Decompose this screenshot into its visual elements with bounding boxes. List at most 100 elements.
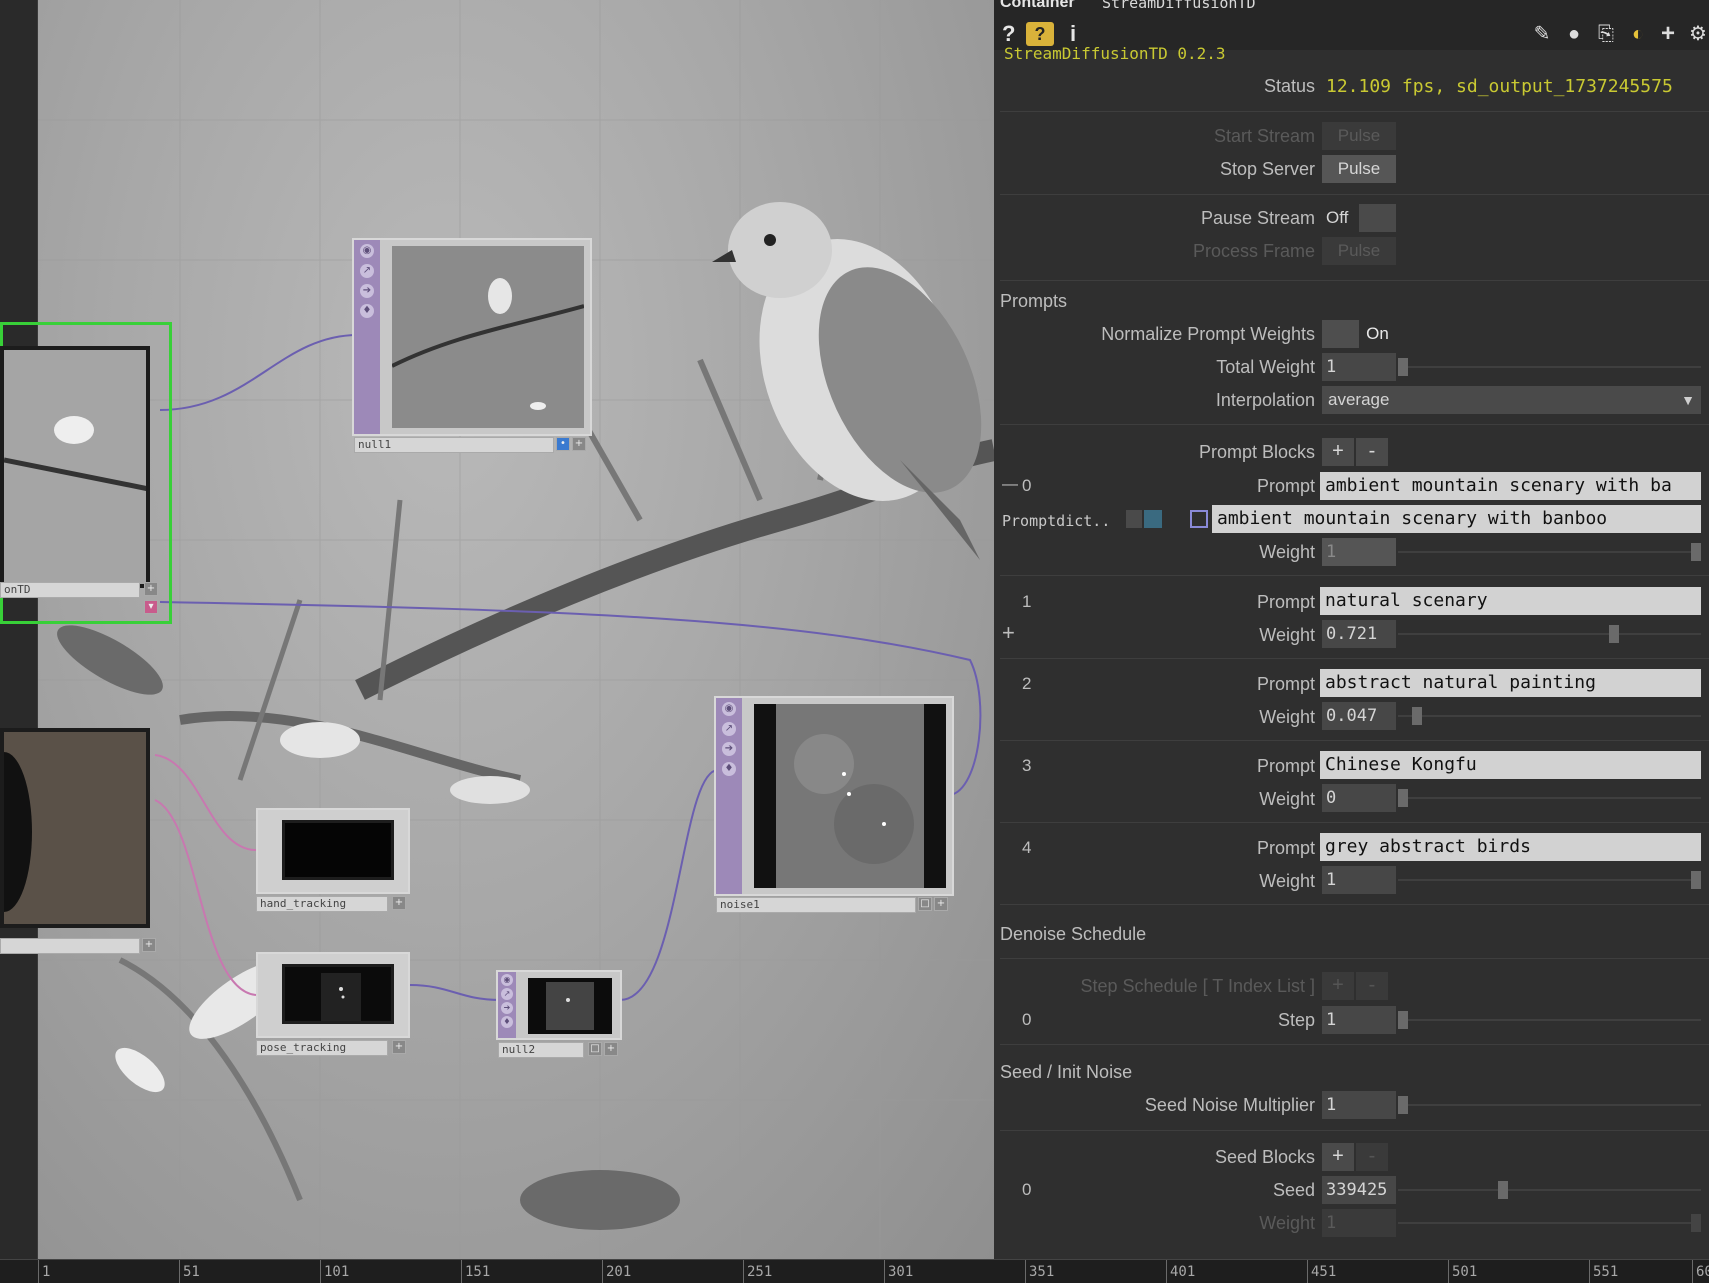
streamdiffusiontd-node[interactable]: onTD + ▾ xyxy=(0,322,172,624)
viewer-icon[interactable]: ◉ xyxy=(501,974,513,986)
start-stream-label: Start Stream xyxy=(1213,126,1315,146)
node-viewer-flag[interactable]: + xyxy=(144,582,158,596)
panel-header: Container StreamDiffusionTD ? ? i ✎ ● ⎘ … xyxy=(994,0,1709,50)
seed-field[interactable]: 339425 xyxy=(1322,1176,1396,1204)
pose-tracking-node[interactable]: pose_tracking + xyxy=(256,952,410,1056)
edit-icon[interactable]: ✎ xyxy=(1530,22,1554,46)
hand-tracking-node[interactable]: hand_tracking + xyxy=(256,808,410,912)
seed-slider[interactable] xyxy=(1398,1176,1701,1204)
gear-icon[interactable]: ⚙ xyxy=(1686,22,1709,46)
timeline-tick: 401 xyxy=(1166,1260,1195,1283)
node-add-flag[interactable]: + xyxy=(604,1042,618,1056)
promptdict-checkbox[interactable] xyxy=(1190,510,1208,528)
prompt-0-field[interactable]: ambient mountain scenary with ba xyxy=(1320,472,1701,500)
interpolation-label: Interpolation xyxy=(1215,390,1315,410)
node-cook-flag[interactable]: ▾ xyxy=(144,600,158,614)
operator-name[interactable]: StreamDiffusionTD xyxy=(1102,0,1256,12)
prompt-0-weight-field[interactable]: 1 xyxy=(1322,538,1396,566)
network-editor[interactable]: onTD + ▾ + ◉ ↗ ➔ ♦ null1 • + ◉ ↗ ➔ ♦ noi… xyxy=(0,0,994,1259)
bypass-icon[interactable]: ↗ xyxy=(360,264,374,278)
denoise-section-header[interactable]: Denoise Schedule xyxy=(1000,924,1146,945)
prompt-4-field[interactable]: grey abstract birds xyxy=(1320,833,1701,861)
normalize-weights-toggle[interactable]: On xyxy=(1322,320,1396,348)
display-icon[interactable]: ➔ xyxy=(501,1002,513,1014)
prompt-3-field[interactable]: Chinese Kongfu xyxy=(1320,751,1701,779)
prompt-2-weight-slider[interactable] xyxy=(1398,702,1701,730)
promptdict-toggle-icon[interactable] xyxy=(1126,510,1142,528)
display-icon[interactable]: ➔ xyxy=(722,742,736,756)
add-seed-block-button[interactable]: + xyxy=(1322,1143,1354,1171)
start-stream-button[interactable]: Pulse xyxy=(1322,122,1396,150)
total-weight-slider[interactable] xyxy=(1398,353,1701,381)
remove-step-button[interactable]: - xyxy=(1356,972,1388,1000)
lock-icon[interactable]: ♦ xyxy=(722,762,736,776)
viewer-icon[interactable]: ◉ xyxy=(722,702,736,716)
add-prompt-block-button[interactable]: + xyxy=(1322,438,1354,466)
status-label: Status xyxy=(1263,76,1315,96)
seed-section-header[interactable]: Seed / Init Noise xyxy=(1000,1062,1132,1083)
node-viewer-flag[interactable]: □ xyxy=(588,1042,602,1056)
python-help-icon[interactable]: ? xyxy=(1026,22,1054,46)
comment-icon[interactable]: ● xyxy=(1562,22,1586,46)
add-icon[interactable]: + xyxy=(1002,620,1015,646)
node-viewer-flag[interactable]: □ xyxy=(918,897,932,911)
prompt-1-weight-field[interactable]: 0.721 xyxy=(1322,620,1396,648)
bypass-icon[interactable]: ↗ xyxy=(722,722,736,736)
seed-weight-field[interactable]: 1 xyxy=(1322,1209,1396,1237)
prompt-label: Prompt xyxy=(1256,674,1315,694)
step-slider[interactable] xyxy=(1398,1006,1701,1034)
node-viewer-flag[interactable]: • xyxy=(556,437,570,451)
seed-index: 0 xyxy=(1022,1180,1032,1199)
prompt-1-weight-slider[interactable] xyxy=(1398,620,1701,648)
info-icon[interactable]: i xyxy=(1070,22,1076,46)
promptdict-viewer-icon[interactable] xyxy=(1144,510,1162,528)
null1-node[interactable]: ◉ ↗ ➔ ♦ null1 • + xyxy=(352,238,592,454)
timeline-ruler[interactable]: 1 51 101 151 201 251 301 351 401 451 501… xyxy=(0,1259,1709,1283)
clone-icon[interactable]: ⎘ xyxy=(1594,22,1618,46)
help-icon[interactable]: ? xyxy=(1002,22,1015,46)
prompt-3-weight-slider[interactable] xyxy=(1398,784,1701,812)
noise1-node[interactable]: ◉ ↗ ➔ ♦ noise1 □ + xyxy=(714,696,954,914)
pose-tracking-viewer xyxy=(282,964,394,1024)
node-name-label: pose_tracking xyxy=(256,1040,388,1056)
collapse-block-icon[interactable]: — xyxy=(1002,476,1018,494)
python-icon[interactable]: ◐ xyxy=(1626,22,1650,46)
weight-label: Weight xyxy=(1259,789,1315,809)
node-add-flag[interactable]: + xyxy=(572,437,586,451)
promptdict-field[interactable]: ambient mountain scenary with banboo xyxy=(1212,505,1701,533)
prompt-3-weight-field[interactable]: 0 xyxy=(1322,784,1396,812)
prompt-2-field[interactable]: abstract natural painting xyxy=(1320,669,1701,697)
prompt-4-weight-field[interactable]: 1 xyxy=(1322,866,1396,894)
display-icon[interactable]: ➔ xyxy=(360,284,374,298)
node-add-flag[interactable]: + xyxy=(392,896,406,910)
add-step-button[interactable]: + xyxy=(1322,972,1354,1000)
prompt-4-weight-slider[interactable] xyxy=(1398,866,1701,894)
prompt-1-field[interactable]: natural scenary xyxy=(1320,587,1701,615)
total-weight-field[interactable]: 1 xyxy=(1322,353,1396,381)
stop-server-button[interactable]: Pulse xyxy=(1322,155,1396,183)
remove-prompt-block-button[interactable]: - xyxy=(1356,438,1388,466)
node-add-flag[interactable]: + xyxy=(392,1040,406,1054)
seed-noise-multiplier-slider[interactable] xyxy=(1398,1091,1701,1119)
viewer-icon[interactable]: ◉ xyxy=(360,244,374,258)
pause-stream-toggle[interactable]: Off xyxy=(1322,204,1396,232)
lock-icon[interactable]: ♦ xyxy=(360,304,374,318)
seed-weight-slider[interactable] xyxy=(1398,1209,1701,1237)
weight-label: Weight xyxy=(1259,871,1315,891)
null2-node[interactable]: ◉ ↗ ➔ ♦ null2 □ + xyxy=(496,970,622,1058)
webcam-node[interactable]: + xyxy=(0,728,160,958)
node-add-flag[interactable]: + xyxy=(934,897,948,911)
remove-seed-block-button[interactable]: - xyxy=(1356,1143,1388,1171)
prompts-section-header[interactable]: Prompts xyxy=(1000,291,1067,312)
seed-noise-multiplier-field[interactable]: 1 xyxy=(1322,1091,1396,1119)
add-icon[interactable]: + xyxy=(1656,22,1680,46)
lock-icon[interactable]: ♦ xyxy=(501,1016,513,1028)
prompt-0-weight-slider[interactable] xyxy=(1398,538,1701,566)
node-viewer-flag[interactable]: + xyxy=(142,938,156,952)
interpolation-dropdown[interactable]: average ▼ xyxy=(1322,386,1701,414)
prompt-2-weight-field[interactable]: 0.047 xyxy=(1322,702,1396,730)
bypass-icon[interactable]: ↗ xyxy=(501,988,513,1000)
process-frame-button[interactable]: Pulse xyxy=(1322,237,1396,265)
step-field[interactable]: 1 xyxy=(1322,1006,1396,1034)
node-side-bar: ◉ ↗ ➔ ♦ xyxy=(354,240,380,434)
